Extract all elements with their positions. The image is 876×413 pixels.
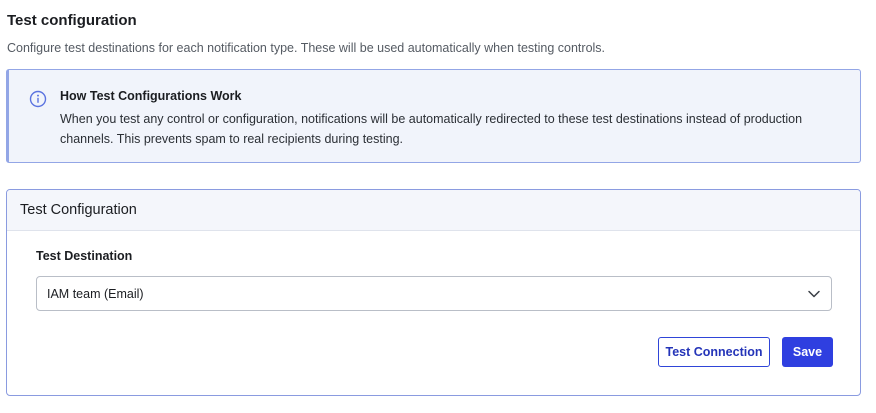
page-title: Test configuration <box>7 12 137 29</box>
info-circle-icon <box>29 90 47 108</box>
test-destination-value: IAM team (Email) <box>47 287 144 301</box>
test-connection-button[interactable]: Test Connection <box>658 337 770 367</box>
test-configuration-card: Test Configuration Test Destination IAM … <box>6 189 861 396</box>
card-title: Test Configuration <box>20 202 137 218</box>
page-subtitle: Configure test destinations for each not… <box>7 41 606 55</box>
chevron-down-icon <box>808 290 820 298</box>
test-destination-select[interactable]: IAM team (Email) <box>36 276 832 311</box>
card-header: Test Configuration <box>7 190 860 231</box>
test-destination-label: Test Destination <box>36 249 133 263</box>
save-button[interactable]: Save <box>782 337 833 367</box>
info-heading: How Test Configurations Work <box>60 89 242 103</box>
info-body: When you test any control or configurati… <box>60 112 803 146</box>
test-configuration-page: Test configuration Configure test destin… <box>0 0 876 413</box>
info-callout: How Test Configurations Work When you te… <box>6 69 861 163</box>
